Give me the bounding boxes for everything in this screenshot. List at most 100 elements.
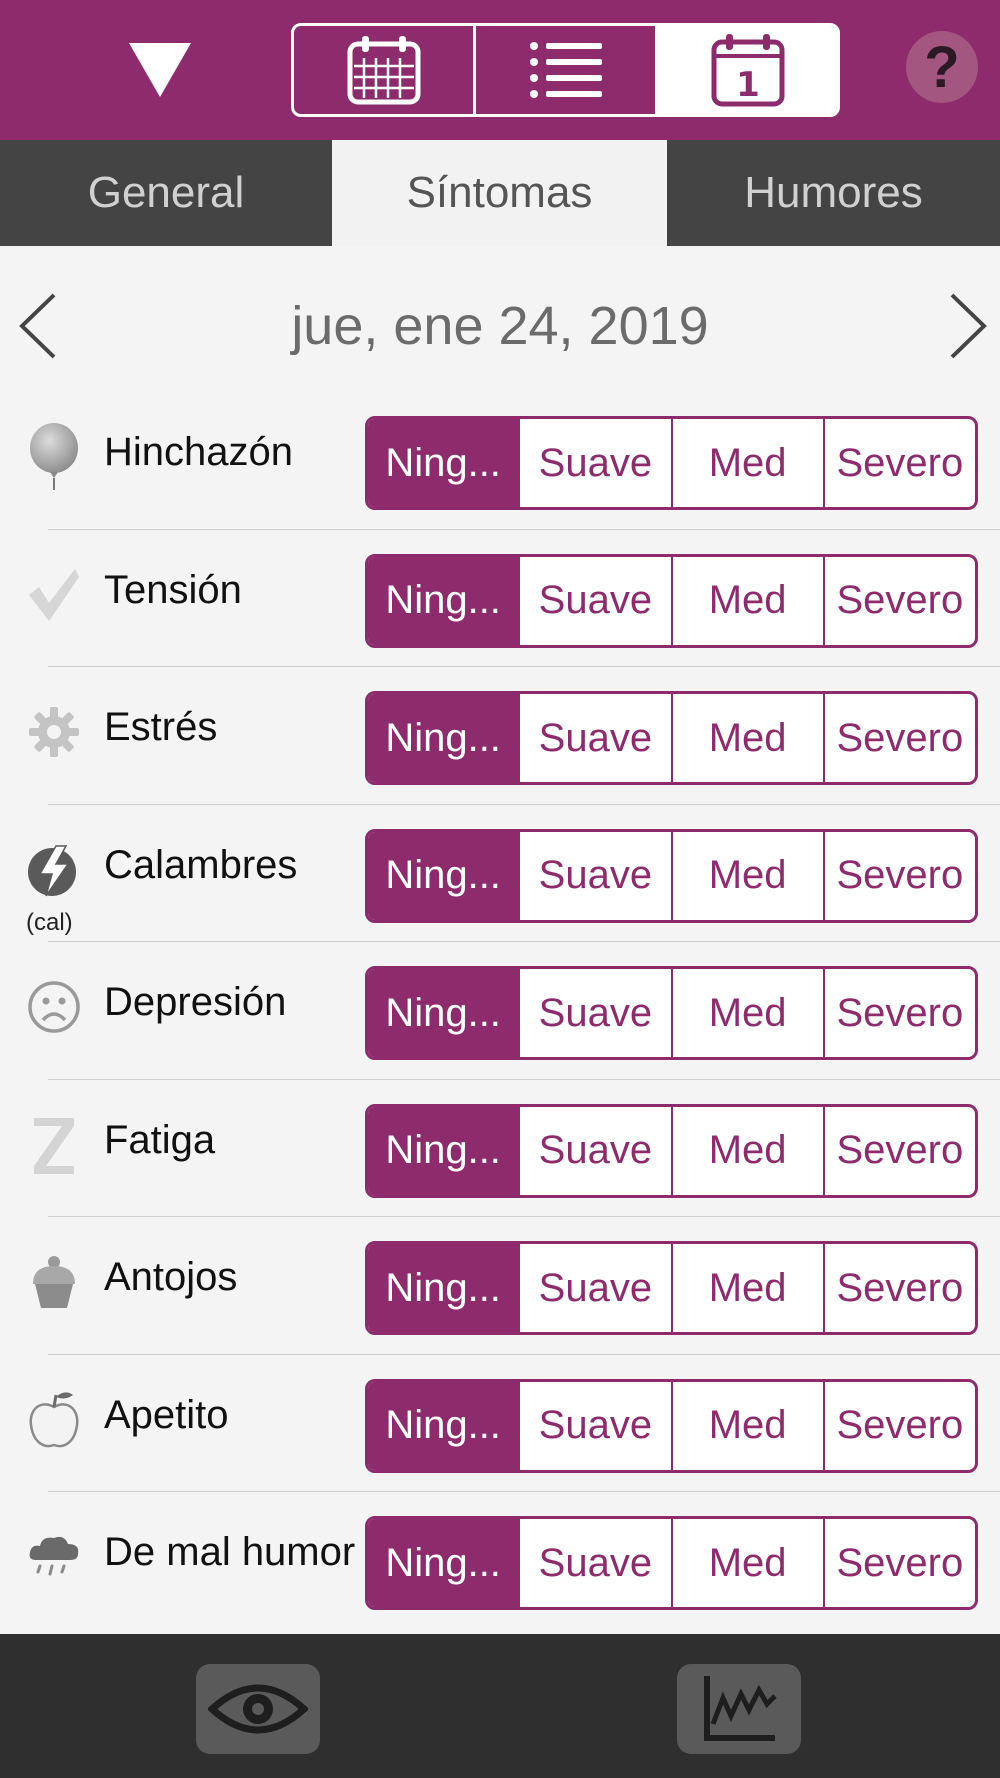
bottom-toolbar	[0, 1634, 1000, 1778]
severity-option-mild[interactable]: Suave	[518, 556, 670, 645]
severity-option-medium[interactable]: Med	[670, 1381, 823, 1470]
symptom-row: Hinchazón Ning... Suave Med Severo	[0, 392, 1000, 530]
symptom-row: Apetito Ning... Suave Med Severo	[0, 1355, 1000, 1493]
list-view-button[interactable]	[473, 26, 655, 114]
severity-option-medium[interactable]: Med	[670, 969, 823, 1057]
severity-option-none[interactable]: Ning...	[368, 969, 519, 1057]
symptom-row: (cal) Calambres Ning... Suave Med Severo	[0, 805, 1000, 943]
day-view-button[interactable]: 1	[655, 26, 837, 114]
severity-option-none[interactable]: Ning...	[368, 1244, 519, 1332]
tab-bar: General Síntomas Humores	[0, 140, 1000, 246]
symptom-row: Antojos Ning... Suave Med Severo	[0, 1217, 1000, 1355]
tab-humores[interactable]: Humores	[667, 140, 1000, 246]
severity-selector: Ning... Suave Med Severo	[365, 828, 978, 923]
month-calendar-icon	[347, 36, 420, 105]
checkmark-icon	[24, 560, 84, 630]
lightning-icon	[24, 835, 84, 905]
sleep-z-icon	[24, 1110, 84, 1180]
severity-option-severe[interactable]: Severo	[822, 1519, 975, 1607]
symptom-row: Estrés Ning... Suave Med Severo	[0, 667, 1000, 805]
severity-option-none[interactable]: Ning...	[368, 419, 519, 507]
severity-selector: Ning... Suave Med Severo	[365, 1241, 978, 1335]
severity-selector: Ning... Suave Med Severo	[365, 416, 978, 510]
symptom-row: Depresión Ning... Suave Med Severo	[0, 942, 1000, 1080]
help-button[interactable]: ?	[906, 31, 978, 103]
tab-label: Síntomas	[406, 168, 593, 217]
severity-option-medium[interactable]: Med	[670, 1244, 823, 1332]
symptom-label: Calambres	[104, 842, 298, 887]
severity-option-severe[interactable]: Severo	[822, 1381, 975, 1470]
next-day-button[interactable]	[938, 286, 998, 366]
severity-option-mild[interactable]: Suave	[518, 1106, 670, 1195]
severity-option-medium[interactable]: Med	[670, 556, 823, 645]
svg-text:1: 1	[736, 65, 760, 105]
severity-selector: Ning... Suave Med Severo	[365, 1516, 978, 1610]
apple-icon	[24, 1385, 84, 1455]
help-question-icon: ?	[924, 34, 960, 100]
balloon-icon	[24, 422, 84, 492]
severity-option-severe[interactable]: Severo	[822, 1106, 975, 1195]
severity-option-medium[interactable]: Med	[670, 1519, 823, 1607]
severity-option-medium[interactable]: Med	[670, 1106, 823, 1195]
severity-option-mild[interactable]: Suave	[518, 831, 670, 920]
view-button[interactable]	[196, 1664, 320, 1754]
chart-button[interactable]	[677, 1664, 801, 1754]
symptom-label: De mal humor	[104, 1530, 356, 1574]
severity-option-none[interactable]: Ning...	[368, 1106, 519, 1195]
severity-option-severe[interactable]: Severo	[822, 831, 975, 920]
chart-icon	[704, 1676, 777, 1741]
severity-selector: Ning... Suave Med Severo	[365, 553, 978, 648]
severity-option-none[interactable]: Ning...	[368, 1519, 519, 1607]
severity-selector: Ning... Suave Med Severo	[365, 1378, 978, 1473]
gear-icon	[24, 697, 84, 767]
tab-label: General	[87, 168, 245, 217]
severity-option-medium[interactable]: Med	[670, 694, 823, 782]
symptom-label: Apetito	[104, 1392, 229, 1437]
severity-option-medium[interactable]: Med	[670, 419, 823, 507]
dropdown-triangle-icon[interactable]	[128, 38, 192, 102]
severity-option-severe[interactable]: Severo	[822, 1244, 975, 1332]
symptom-label: Hinchazón	[104, 430, 294, 474]
tab-general[interactable]: General	[0, 140, 332, 246]
list-icon	[529, 42, 602, 98]
symptom-row: Tensión Ning... Suave Med Severo	[0, 530, 1000, 668]
date-navigator: jue, ene 24, 2019	[0, 246, 1000, 392]
symptom-label: Fatiga	[104, 1117, 216, 1162]
severity-option-medium[interactable]: Med	[670, 831, 823, 920]
month-view-button[interactable]	[294, 26, 473, 114]
symptom-label: Estrés	[104, 705, 218, 749]
symptom-label: Tensión	[104, 567, 242, 612]
symptom-label: Depresión	[104, 980, 287, 1024]
storm-cloud-icon	[24, 1522, 84, 1592]
severity-option-mild[interactable]: Suave	[518, 1519, 670, 1607]
severity-option-mild[interactable]: Suave	[518, 419, 670, 507]
symptom-list: Hinchazón Ning... Suave Med Severo Tensi…	[0, 392, 1000, 1630]
severity-option-none[interactable]: Ning...	[368, 694, 519, 782]
chevron-left-icon	[19, 293, 56, 359]
top-bar: 1 ?	[0, 0, 1000, 140]
severity-option-severe[interactable]: Severo	[822, 694, 975, 782]
symptoms-panel: jue, ene 24, 2019 Hinchazón Ning... Suav…	[0, 246, 1000, 1634]
eye-icon	[208, 1684, 308, 1734]
previous-day-button[interactable]	[8, 286, 68, 366]
severity-option-none[interactable]: Ning...	[368, 831, 519, 920]
chevron-right-icon	[950, 293, 987, 359]
severity-option-mild[interactable]: Suave	[518, 969, 670, 1057]
severity-option-severe[interactable]: Severo	[822, 969, 975, 1057]
tab-sintomas[interactable]: Síntomas	[332, 140, 667, 246]
symptom-sublabel: (cal)	[26, 908, 73, 936]
severity-option-mild[interactable]: Suave	[518, 694, 670, 782]
severity-option-mild[interactable]: Suave	[518, 1381, 670, 1470]
sad-face-icon	[24, 972, 84, 1042]
severity-option-none[interactable]: Ning...	[368, 1381, 519, 1470]
severity-option-none[interactable]: Ning...	[368, 556, 519, 645]
severity-option-mild[interactable]: Suave	[518, 1244, 670, 1332]
symptom-label: Antojos	[104, 1255, 238, 1299]
severity-option-severe[interactable]: Severo	[822, 419, 975, 507]
severity-option-severe[interactable]: Severo	[822, 556, 975, 645]
symptom-row: Fatiga Ning... Suave Med Severo	[0, 1080, 1000, 1218]
day-calendar-icon: 1	[711, 34, 784, 107]
symptom-row: De mal humor Ning... Suave Med Severo	[0, 1492, 1000, 1630]
severity-selector: Ning... Suave Med Severo	[365, 691, 978, 785]
tab-label: Humores	[744, 168, 923, 217]
